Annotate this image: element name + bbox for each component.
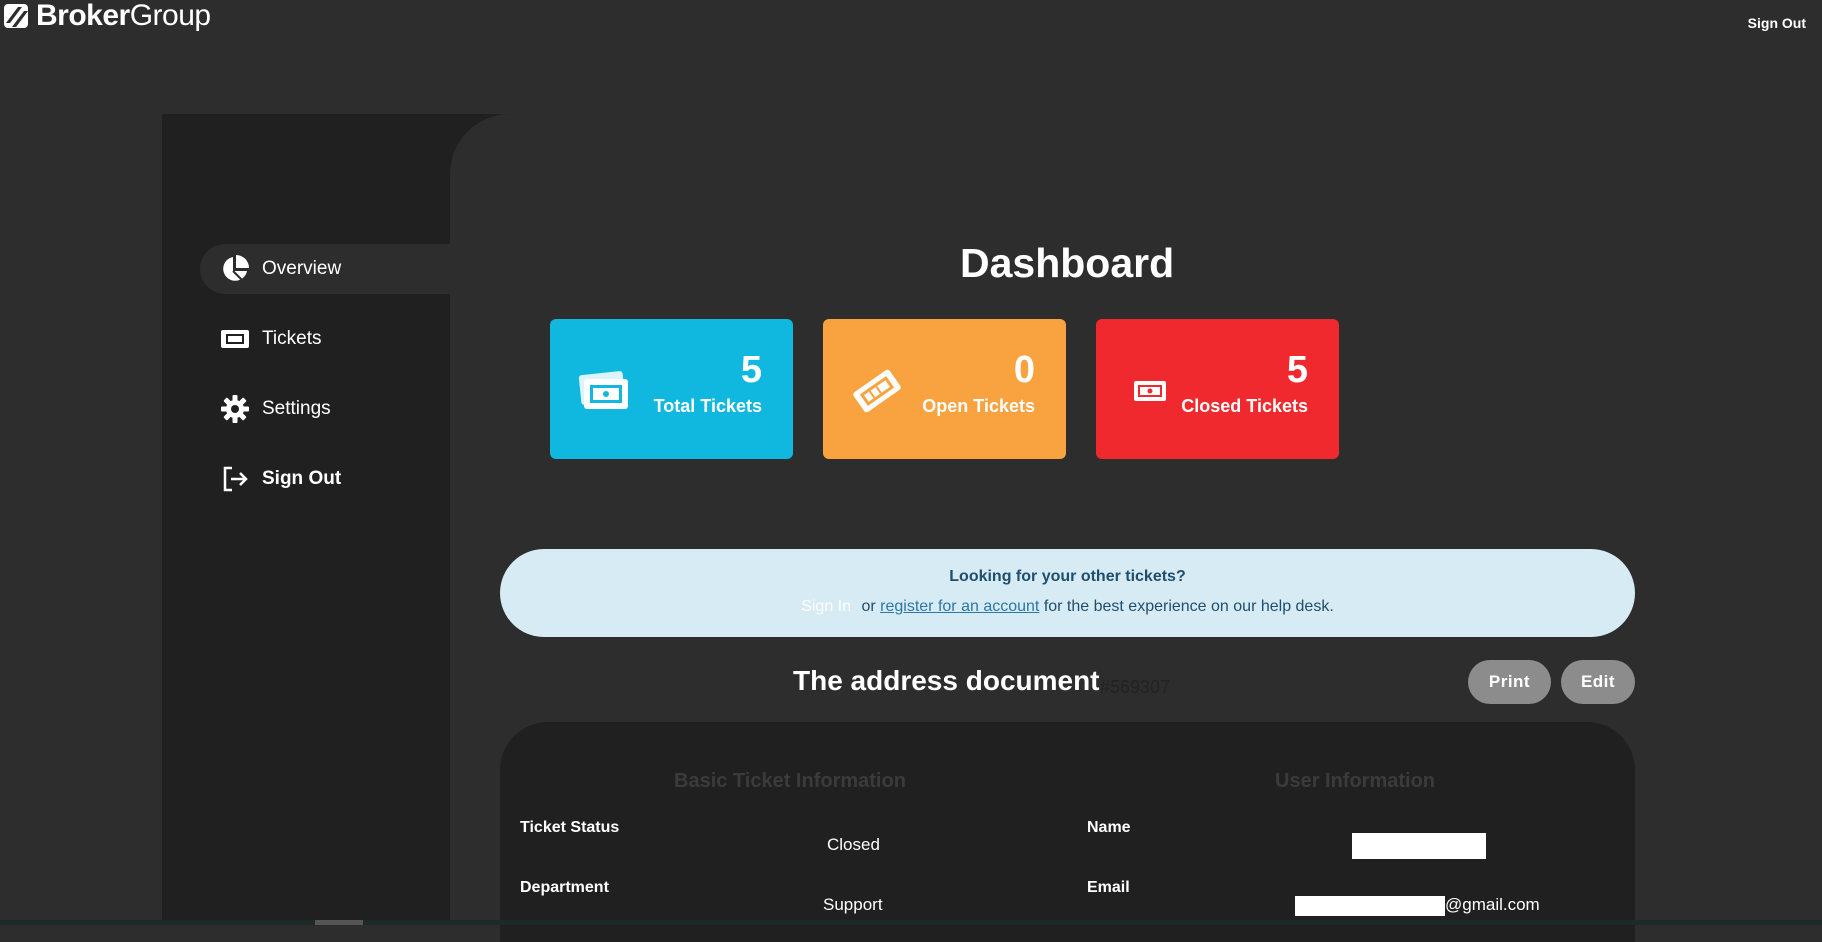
- ticket-id: #569307: [1100, 677, 1171, 697]
- sidebar-item-sign-out[interactable]: Sign Out: [200, 454, 450, 504]
- email-label: Email: [1087, 879, 1130, 896]
- ticket-title: The address document: [793, 665, 1100, 696]
- brand-name: BrokerGroup: [36, 0, 211, 32]
- sign-in-link[interactable]: Sign In: [801, 598, 851, 615]
- ticket-icon: [221, 330, 249, 348]
- scrollbar-thumb[interactable]: [315, 920, 363, 925]
- user-info-heading: User Information: [1275, 770, 1436, 792]
- sidebar-item-tickets[interactable]: Tickets: [200, 314, 450, 364]
- sidebar-item-settings[interactable]: Settings: [200, 384, 450, 434]
- sidebar-item-label: Sign Out: [262, 468, 342, 489]
- page-title: Dashboard: [960, 240, 1175, 286]
- notice-or: or: [861, 598, 876, 615]
- top-bar: BrokerGroup Sign Out: [0, 0, 1822, 40]
- open-tickets-card[interactable]: 0 Open Tickets: [823, 319, 1066, 459]
- ticket-info-panel: Basic Ticket Information User Informatio…: [500, 722, 1635, 942]
- ticket-closed-icon: [1134, 381, 1166, 401]
- print-button[interactable]: Print: [1468, 660, 1551, 704]
- sidebar-item-label: Tickets: [262, 328, 322, 349]
- card-count: 0: [1013, 349, 1035, 391]
- other-tickets-notice: Looking for your other tickets? Sign In …: [500, 549, 1635, 637]
- total-tickets-card[interactable]: 5 Total Tickets: [550, 319, 793, 459]
- sidebar: Overview Tickets Settings Sign Out: [162, 114, 450, 925]
- closed-tickets-card[interactable]: 5 Closed Tickets: [1096, 319, 1339, 459]
- card-count: 5: [740, 349, 762, 391]
- gear-icon: [221, 395, 249, 423]
- redacted-email: [1295, 896, 1445, 916]
- tickets-icon: [578, 371, 628, 409]
- bottom-scrollbar[interactable]: [0, 920, 1822, 925]
- pie-chart-icon: [223, 255, 249, 281]
- email-value: @gmail.com: [1445, 895, 1540, 914]
- sign-out-icon: [223, 466, 248, 492]
- brand-logo-icon: [4, 4, 28, 28]
- card-label: Total Tickets: [653, 396, 762, 416]
- notice-rest: for the best experience on our help desk…: [1043, 598, 1334, 615]
- edit-button[interactable]: Edit: [1561, 660, 1635, 704]
- sidebar-item-overview[interactable]: Overview: [200, 244, 450, 294]
- department-label: Department: [520, 879, 609, 896]
- card-count: 5: [1286, 349, 1308, 391]
- ticket-open-icon: [853, 369, 901, 413]
- card-label: Open Tickets: [922, 396, 1035, 416]
- department-value: Support: [823, 895, 883, 914]
- ticket-status-value: Closed: [827, 835, 880, 854]
- brand-logo[interactable]: BrokerGroup: [2, 0, 211, 32]
- notice-text: Sign In or register for an account for t…: [500, 598, 1635, 616]
- redacted-name: [1352, 833, 1486, 859]
- basic-info-heading: Basic Ticket Information: [674, 770, 906, 792]
- sidebar-item-label: Overview: [262, 258, 342, 279]
- notice-title: Looking for your other tickets?: [949, 568, 1186, 585]
- name-label: Name: [1087, 819, 1131, 836]
- top-sign-out-link[interactable]: Sign Out: [1748, 15, 1806, 31]
- register-link[interactable]: register for an account: [880, 598, 1039, 615]
- sidebar-item-label: Settings: [262, 398, 331, 419]
- ticket-status-label: Ticket Status: [520, 819, 620, 836]
- card-label: Closed Tickets: [1181, 396, 1308, 416]
